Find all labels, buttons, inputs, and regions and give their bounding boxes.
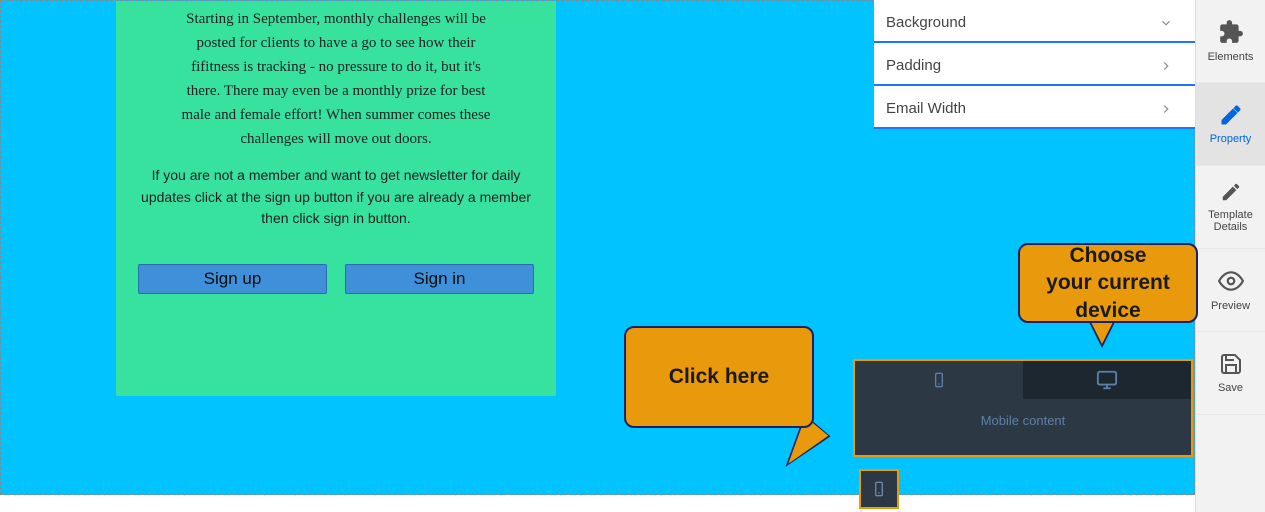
- sign-up-button[interactable]: Sign up: [138, 264, 327, 294]
- toolbar-label: Property: [1210, 133, 1252, 145]
- pencil-icon: [1219, 103, 1243, 127]
- toolbar-label: Template Details: [1208, 209, 1253, 233]
- properties-panel: Background Padding Email Width: [874, 0, 1195, 129]
- prop-row-background[interactable]: Background: [874, 0, 1195, 43]
- desktop-icon: [1093, 369, 1121, 391]
- edit-icon: [1220, 181, 1242, 203]
- mobile-toggle-button[interactable]: [859, 469, 899, 509]
- prop-label: Padding: [886, 57, 941, 74]
- sign-in-button[interactable]: Sign in: [345, 264, 534, 294]
- device-bar-label: Mobile content: [855, 399, 1191, 428]
- toolbar-save[interactable]: Save: [1196, 332, 1265, 415]
- mobile-icon: [871, 477, 887, 501]
- button-row: Sign up Sign in: [116, 264, 556, 294]
- callout-click-here: Click here: [624, 326, 814, 428]
- device-selector-panel: Mobile content: [853, 359, 1193, 457]
- toolbar-preview[interactable]: Preview: [1196, 249, 1265, 332]
- chevron-right-icon: [1159, 102, 1173, 116]
- device-tab-desktop[interactable]: [1023, 361, 1191, 399]
- save-icon: [1219, 352, 1243, 376]
- email-body-text: Starting in September, monthly challenge…: [116, 1, 556, 151]
- device-tab-mobile[interactable]: [855, 361, 1023, 399]
- email-cta-text: If you are not a member and want to get …: [116, 151, 556, 230]
- puzzle-icon: [1218, 19, 1244, 45]
- toolbar-elements[interactable]: Elements: [1196, 0, 1265, 83]
- eye-icon: [1218, 268, 1244, 294]
- chevron-right-icon: [1159, 59, 1173, 73]
- prop-label: Email Width: [886, 100, 966, 117]
- toolbar-template-details[interactable]: Template Details: [1196, 166, 1265, 249]
- side-toolbar: Elements Property Template Details Previ…: [1195, 0, 1265, 512]
- toolbar-property[interactable]: Property: [1196, 83, 1265, 166]
- prop-label: Background: [886, 14, 966, 31]
- prop-row-email-width[interactable]: Email Width: [874, 86, 1195, 129]
- mobile-icon: [931, 368, 947, 392]
- callout-text: Choose your current device: [1044, 242, 1172, 324]
- callout-choose-device: Choose your current device: [1018, 243, 1198, 323]
- email-preview-card: Starting in September, monthly challenge…: [116, 1, 556, 396]
- callout-text: Click here: [669, 365, 769, 389]
- toolbar-label: Preview: [1211, 300, 1250, 312]
- toolbar-label: Save: [1218, 382, 1243, 394]
- chevron-down-icon: [1159, 16, 1173, 30]
- prop-row-padding[interactable]: Padding: [874, 43, 1195, 86]
- toolbar-label: Elements: [1208, 51, 1254, 63]
